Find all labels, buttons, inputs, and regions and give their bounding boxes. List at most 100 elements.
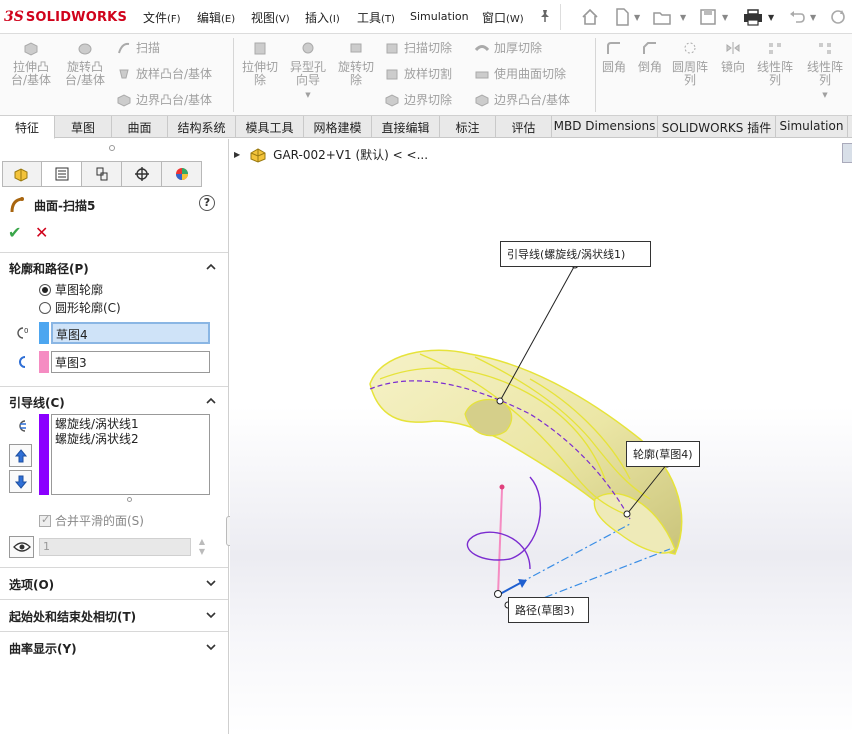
profile-selection-field[interactable]: 草图4 [51,322,210,344]
list-item[interactable]: 螺旋线/涡状线2 [55,432,206,447]
tab-mbd-dimensions[interactable]: MBD Dimensions [552,116,658,138]
leader-handle[interactable] [496,397,504,405]
linear-pattern-dropdown-icon[interactable]: ▼ [803,89,847,102]
tab-solidworks-addins[interactable]: SOLIDWORKS 插件 [658,116,776,138]
feature-manager-tab[interactable] [2,161,42,187]
menu-edit[interactable]: 编辑(E) [197,9,235,26]
spinner-arrows-icon[interactable]: ▲ ▼ [196,537,208,557]
help-icon[interactable]: ? [199,195,215,211]
chevron-up-icon[interactable] [206,396,216,406]
profile-path-title[interactable]: 轮廓和路径(P) [9,260,89,277]
loft-button[interactable]: 放样凸台/基体 [116,65,212,82]
chevron-down-icon[interactable] [206,642,216,652]
leader-handle[interactable] [623,510,631,518]
menu-window[interactable]: 窗口(W) [482,9,524,26]
menu-tools[interactable]: 工具(T) [357,9,395,26]
revolve-boss-button[interactable]: 旋转凸台/基体 [62,40,108,87]
rebuild-icon[interactable] [828,6,848,28]
origin-handle[interactable] [494,590,502,598]
mirror-button[interactable]: 镜向 [716,40,750,74]
options-section[interactable]: 选项(O) [0,567,228,599]
chamfer-button[interactable]: 倒角 [634,40,666,74]
tab-direct-editing[interactable]: 直接编辑 [372,116,440,138]
guide-count-field[interactable]: 1 [39,538,191,556]
surface-cut-button[interactable]: 使用曲面切除 [474,65,566,82]
guide-curve-list[interactable]: 螺旋线/涡状线1 螺旋线/涡状线2 [51,414,210,495]
guide-curve-callout[interactable]: 引导线(螺旋线/涡状线1) [500,241,651,267]
pin-icon[interactable] [538,9,552,23]
guide-curves-title[interactable]: 引导线(C) [9,394,65,411]
circular-pattern-button[interactable]: 圆周阵列 [670,40,710,87]
tangency-section[interactable]: 起始处和结束处相切(T) [0,599,228,631]
menu-simulation[interactable]: Simulation [410,10,469,23]
show-preview-button[interactable] [9,536,34,558]
solidworks-logo[interactable]: 3S SOLIDWORKS [4,7,127,27]
chevron-down-icon[interactable] [206,578,216,588]
save-icon[interactable] [698,6,718,28]
tab-features[interactable]: 特征 [0,116,55,139]
move-up-button[interactable] [9,444,32,467]
home-icon[interactable] [580,6,600,28]
display-manager-tab[interactable] [162,161,202,187]
hole-wizard-dropdown-icon[interactable]: ▼ [286,89,330,102]
property-manager-tab[interactable] [42,161,82,187]
chevron-down-icon[interactable] [206,610,216,620]
lofted-cut-button[interactable]: 放样切割 [384,65,452,82]
menu-insert[interactable]: 插入(I) [305,9,340,26]
hole-wizard-button[interactable]: 异型孔向导 ▼ [286,40,330,102]
tab-sketch[interactable]: 草图 [55,116,112,138]
tab-mold-tools[interactable]: 模具工具 [236,116,304,138]
swept-surface-model[interactable] [230,139,852,734]
sweep-button[interactable]: 扫描 [116,39,160,56]
dimxpert-manager-tab[interactable] [122,161,162,187]
move-down-button[interactable] [9,470,32,493]
print-dropdown-icon[interactable]: ▼ [768,6,774,28]
extrude-cut-button[interactable]: 拉伸切除 [238,40,282,87]
boundary-cut-button[interactable]: 边界切除 [384,91,452,108]
ok-checkmark-icon[interactable]: ✔ [8,223,21,242]
chevron-up-icon[interactable] [206,262,216,272]
save-dropdown-icon[interactable]: ▼ [722,6,728,28]
circular-pattern-label: 圆周阵列 [671,60,708,87]
linear-pattern2-button[interactable]: 线性阵列 ▼ [803,40,847,102]
profile-callout[interactable]: 轮廓(草图4) [626,441,700,467]
undo-dropdown-icon[interactable]: ▼ [810,6,816,28]
tab-structure-system[interactable]: 结构系统 [168,116,236,138]
revolve-cut-button[interactable]: 旋转切除 [334,40,378,87]
extrude-boss-button[interactable]: 拉伸凸台/基体 [8,40,54,87]
thicken-cut-button[interactable]: 加厚切除 [474,39,542,56]
list-item[interactable]: 螺旋线/涡状线1 [55,417,206,432]
crosshair-icon [134,167,149,181]
tab-markup[interactable]: 标注 [440,116,496,138]
panel-collapse-handle[interactable] [109,145,115,151]
open-folder-icon[interactable] [652,6,674,28]
open-dropdown-icon[interactable]: ▼ [680,6,686,28]
sketch-profile-radio[interactable]: 草图轮廓 [39,281,103,298]
menu-file[interactable]: 文件(F) [143,9,181,26]
path-callout[interactable]: 路径(草图3) [508,597,589,623]
circular-profile-radio[interactable]: 圆形轮廓(C) [39,299,121,316]
tab-evaluate[interactable]: 评估 [496,116,552,138]
graphics-area[interactable]: ▶ GAR-002+V1 (默认) < <... 引导线(螺旋线/涡状线1) 轮… [230,139,852,734]
menu-view[interactable]: 视图(V) [251,9,290,26]
new-document-icon[interactable] [612,6,632,28]
cancel-x-icon[interactable]: ✕ [35,223,48,242]
brand-name: SOLIDWORKS [25,9,128,25]
boundary-boss2-button[interactable]: 边界凸台/基体 [474,91,570,108]
fillet-button[interactable]: 圆角 [598,40,630,74]
path-selection-field[interactable]: 草图3 [51,351,210,373]
curvature-display-section[interactable]: 曲率显示(Y) [0,631,228,663]
print-icon[interactable] [741,6,765,28]
tab-mesh-modeling[interactable]: 网格建模 [304,116,372,138]
list-resize-handle[interactable] [127,497,132,502]
new-dropdown-icon[interactable]: ▼ [634,6,640,28]
tab-simulation[interactable]: Simulation [776,116,848,138]
undo-icon[interactable] [787,6,807,28]
tab-surfaces[interactable]: 曲面 [112,116,168,138]
swept-cut-button[interactable]: 扫描切除 [384,39,452,56]
merge-smooth-faces-checkbox[interactable]: 合并平滑的面(S) [39,512,144,529]
path-sketch-line [497,488,503,596]
configuration-manager-tab[interactable] [82,161,122,187]
linear-pattern-button[interactable]: 线性阵列 [754,40,796,87]
boundary-boss-button[interactable]: 边界凸台/基体 [116,91,212,108]
